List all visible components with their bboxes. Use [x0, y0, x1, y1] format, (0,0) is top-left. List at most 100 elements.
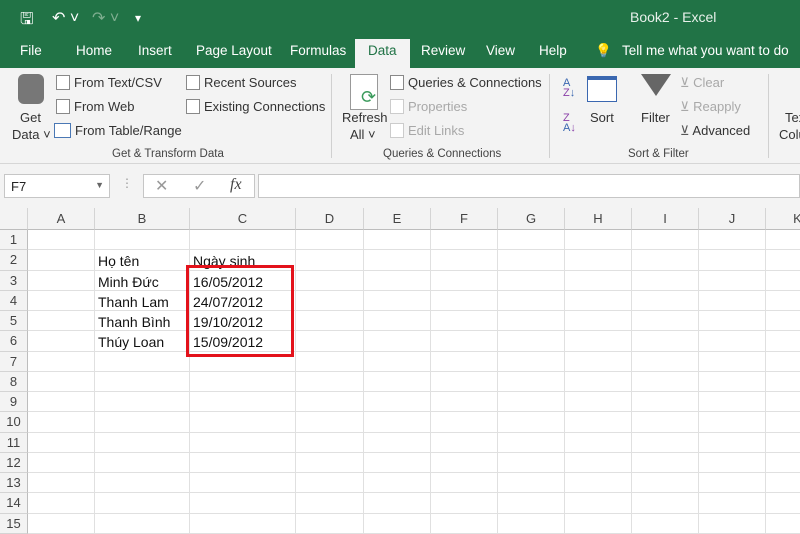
properties-button[interactable]: Properties [390, 99, 467, 114]
column-header[interactable]: F [431, 208, 498, 230]
label: Recent Sources [204, 75, 297, 90]
get-data-label-1[interactable]: Get [20, 110, 41, 125]
group-sort-filter: Sort & Filter [628, 148, 689, 160]
advanced-filter-icon: ⊻ [680, 123, 693, 138]
customize-quick-access-icon[interactable]: ▾ [135, 11, 141, 25]
tab-data[interactable]: Data [355, 39, 410, 68]
cell[interactable]: Thanh Bình [95, 312, 170, 332]
redo-icon[interactable]: ↷ ˅ [92, 8, 119, 28]
undo-icon[interactable]: ↶ ˅ [52, 8, 79, 28]
gridline [631, 230, 632, 533]
sort-a-z-icon[interactable]: A Z↓ [563, 78, 575, 99]
column-header[interactable]: D [296, 208, 364, 230]
row-header[interactable]: 2 [0, 250, 28, 271]
gridline [28, 411, 800, 413]
gridline [28, 370, 800, 372]
tab-help[interactable]: Help [539, 43, 567, 58]
tab-formulas[interactable]: Formulas [290, 43, 346, 58]
reapply-icon: ⊻ [680, 99, 694, 114]
label: From Text/CSV [74, 75, 162, 90]
row-header[interactable]: 10 [0, 412, 28, 433]
divider [549, 74, 550, 158]
gridline [28, 249, 800, 251]
chevron-down-icon[interactable]: ▼ [95, 180, 104, 190]
row-header[interactable]: 12 [0, 452, 28, 473]
text-to-columns-button[interactable]: Tex [785, 110, 800, 125]
row-header[interactable]: 7 [0, 351, 28, 372]
queries-connections-button[interactable]: Queries & Connections [390, 75, 542, 90]
sort-button[interactable]: Sort [590, 110, 614, 125]
divider [768, 74, 769, 158]
row-header[interactable]: 1 [0, 230, 28, 251]
label: From Web [74, 99, 135, 114]
column-header[interactable]: J [699, 208, 766, 230]
title-bar: 🖫 ↶ ˅ ↷ ˅ ▾ Book2 - Excel [0, 0, 800, 36]
label: Clear [693, 75, 725, 90]
row-header[interactable]: 8 [0, 371, 28, 392]
tab-review[interactable]: Review [421, 43, 465, 58]
group-queries: Queries & Connections [383, 148, 502, 160]
gridline [28, 269, 800, 271]
gridline [28, 512, 800, 514]
text-to-columns-label: Colu [779, 127, 800, 142]
label: Queries & Connections [408, 75, 542, 90]
row-header[interactable]: 15 [0, 513, 28, 534]
column-header[interactable]: A [28, 208, 95, 230]
row-header[interactable]: 13 [0, 473, 28, 494]
clear-button[interactable]: ⊻ Clear [680, 75, 724, 91]
spreadsheet-grid[interactable]: A B C D E F G H I J K 1 2 3 4 5 6 7 8 9 10 11 12 13 14 15 Họ tên Ng… [0, 208, 800, 534]
tab-page-layout[interactable]: Page Layout [196, 43, 272, 58]
column-header[interactable]: C [190, 208, 296, 230]
cell[interactable]: Minh Đức [95, 272, 159, 292]
filter-icon [641, 74, 671, 96]
window-title: Book2 - Excel [630, 9, 717, 25]
gridline [28, 391, 800, 392]
row-header[interactable]: 9 [0, 392, 28, 413]
from-table-button[interactable]: From Table/Range [54, 123, 182, 138]
label: Edit Links [408, 123, 465, 138]
refresh-label[interactable]: Refresh [342, 110, 388, 125]
cell[interactable]: Thanh Lam [95, 292, 169, 312]
from-web-button[interactable]: From Web [56, 99, 134, 114]
column-header[interactable]: K [766, 208, 800, 230]
cancel-icon[interactable]: ✕ [155, 176, 168, 196]
formula-input[interactable] [258, 174, 800, 198]
recent-sources-button[interactable]: Recent Sources [186, 75, 297, 90]
row-header[interactable]: 4 [0, 290, 28, 311]
row-header[interactable]: 11 [0, 432, 28, 453]
tab-insert[interactable]: Insert [138, 43, 172, 58]
tab-file[interactable]: File [20, 43, 42, 58]
sort-z-a-icon[interactable]: Z A↓ [563, 113, 576, 134]
refresh-all-button[interactable]: All ˅ [350, 127, 376, 142]
reapply-button[interactable]: ⊻ Reapply [680, 99, 741, 115]
tab-home[interactable]: Home [76, 43, 112, 58]
column-header[interactable]: E [364, 208, 431, 230]
get-data-button[interactable]: Data ˅ [12, 127, 51, 142]
insert-function-icon[interactable]: fx [230, 176, 242, 194]
column-header[interactable]: I [632, 208, 699, 230]
row-header[interactable]: 6 [0, 331, 28, 352]
filter-button[interactable]: Filter [641, 110, 670, 125]
select-all-corner[interactable] [0, 208, 28, 230]
gridline [765, 230, 766, 533]
row-header[interactable]: 3 [0, 270, 28, 291]
advanced-button[interactable]: ⊻ Advanced [680, 123, 750, 139]
name-box[interactable]: F7 ▼ [4, 174, 110, 198]
column-header[interactable]: G [498, 208, 565, 230]
cell[interactable]: Thúy Loan [95, 332, 164, 352]
tell-me-search[interactable]: Tell me what you want to do [622, 43, 789, 58]
row-header[interactable]: 5 [0, 311, 28, 332]
enter-icon[interactable]: ✓ [193, 176, 206, 196]
edit-links-button[interactable]: Edit Links [390, 123, 464, 138]
gridline [28, 451, 800, 453]
drag-handle-icon[interactable]: ⋮ [121, 176, 133, 190]
gridline [430, 230, 431, 533]
existing-connections-button[interactable]: Existing Connections [186, 99, 325, 114]
row-header[interactable]: 14 [0, 493, 28, 514]
column-header[interactable]: H [565, 208, 632, 230]
tab-view[interactable]: View [486, 43, 515, 58]
column-header[interactable]: B [95, 208, 190, 230]
from-text-csv-button[interactable]: From Text/CSV [56, 75, 162, 90]
cell[interactable]: Họ tên [95, 251, 139, 271]
save-icon[interactable]: 🖫 [20, 8, 34, 35]
